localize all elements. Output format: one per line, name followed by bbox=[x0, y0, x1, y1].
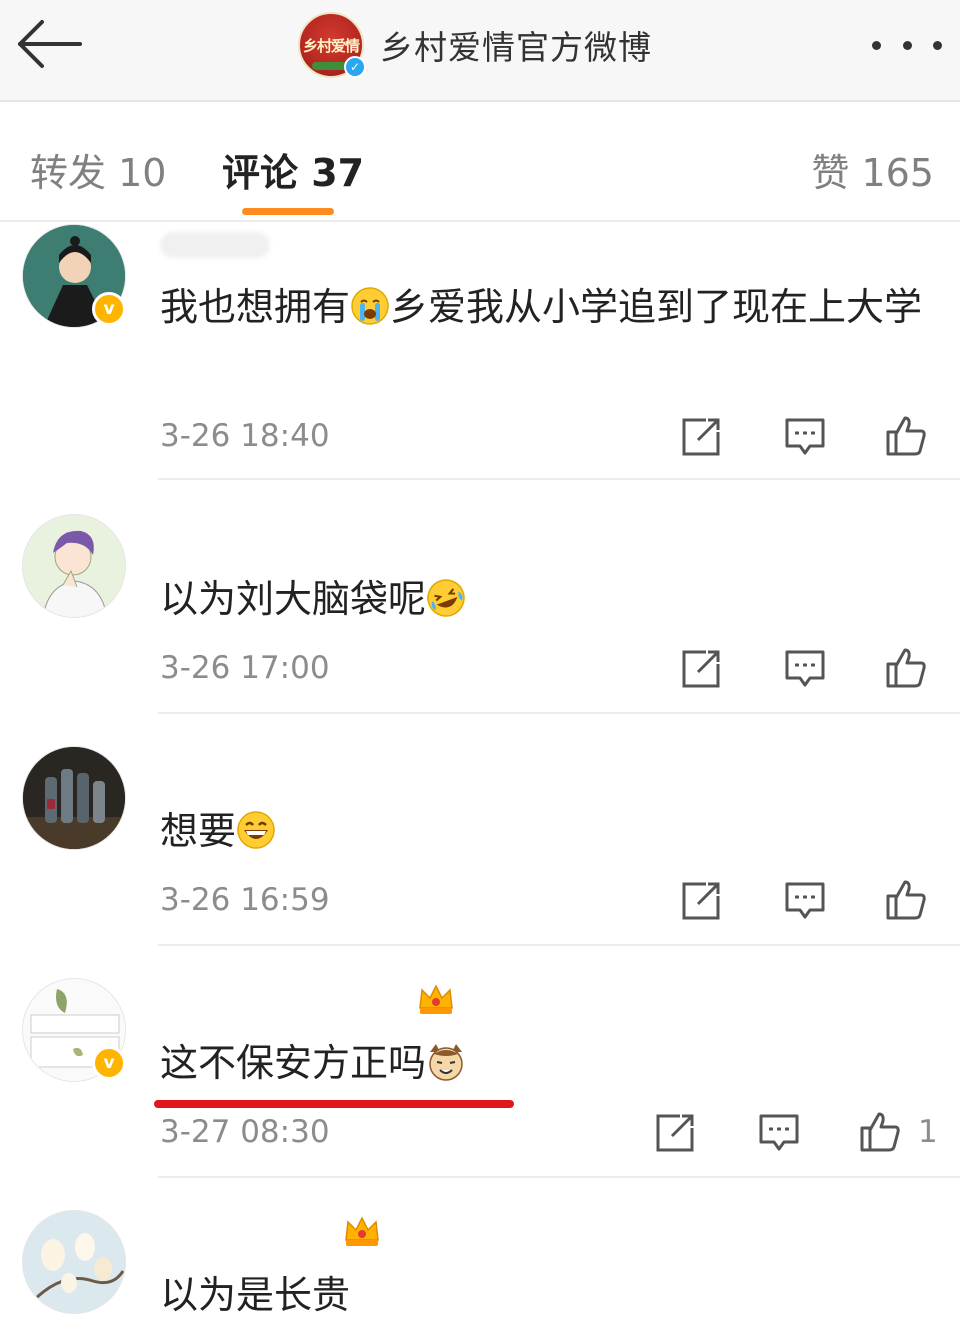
comment-text-part: 这不保安方正吗 bbox=[160, 1041, 427, 1085]
comment-item: 以为刘大脑袋呢 3-26 17:00 bbox=[0, 480, 960, 714]
verified-blue-icon: ✓ bbox=[344, 56, 366, 78]
repost-icon[interactable] bbox=[680, 648, 722, 690]
comment-text: 想要 bbox=[160, 802, 940, 860]
comment-time: 3-26 18:40 bbox=[160, 418, 330, 454]
page-title: 乡村爱情官方微博 bbox=[380, 28, 652, 67]
comment-time: 3-26 17:00 bbox=[160, 650, 330, 686]
avatar[interactable] bbox=[22, 1210, 126, 1314]
comment-item: 以为是长贵 bbox=[0, 1178, 960, 1332]
comment-text-part: 乡爱我从小学追到了现在上大学 bbox=[390, 285, 923, 329]
like-icon[interactable] bbox=[884, 414, 926, 456]
comment-text-part: 我也想拥有 bbox=[160, 285, 351, 329]
username-blurred[interactable] bbox=[160, 232, 270, 258]
comment-text-part: 想要 bbox=[160, 809, 237, 853]
comment-text: 以为是长贵 bbox=[160, 1266, 940, 1324]
avatar[interactable]: v bbox=[22, 978, 126, 1082]
tab-likes[interactable]: 赞 165 bbox=[811, 142, 934, 197]
top-bar: 乡村爱情 ✓ 乡村爱情官方微博 bbox=[0, 0, 960, 102]
crown-icon bbox=[345, 1216, 379, 1246]
comment-text-part: 以为刘大脑袋呢 bbox=[160, 577, 427, 621]
reply-icon[interactable] bbox=[784, 880, 826, 922]
cat-face-emoji-icon bbox=[429, 1044, 463, 1081]
grin-emoji-icon bbox=[237, 811, 275, 849]
back-arrow-icon[interactable] bbox=[14, 16, 86, 72]
reply-icon[interactable] bbox=[784, 416, 826, 458]
verified-yellow-icon: v bbox=[92, 292, 126, 326]
avatar[interactable]: v bbox=[22, 224, 126, 328]
repost-icon[interactable] bbox=[680, 416, 722, 458]
like-count: 1 bbox=[918, 1114, 938, 1150]
account-title[interactable]: 乡村爱情 ✓ 乡村爱情官方微博 bbox=[298, 10, 652, 80]
repost-icon[interactable] bbox=[654, 1112, 696, 1154]
like-icon[interactable] bbox=[858, 1110, 900, 1152]
comment-time: 3-26 16:59 bbox=[160, 882, 330, 918]
comment-text: 以为刘大脑袋呢 bbox=[160, 570, 940, 628]
avatar[interactable] bbox=[22, 514, 126, 618]
comment-item: 想要 3-26 16:59 bbox=[0, 714, 960, 946]
comment-item: v 这不保安方正吗 3-27 08:30 1 bbox=[0, 946, 960, 1178]
comment-text-part: 以为是长贵 bbox=[160, 1273, 351, 1317]
verified-yellow-icon: v bbox=[92, 1046, 126, 1080]
tab-repost[interactable]: 转发 10 bbox=[30, 142, 166, 197]
reply-icon[interactable] bbox=[784, 648, 826, 690]
repost-icon[interactable] bbox=[680, 880, 722, 922]
comment-text: 这不保安方正吗 bbox=[160, 1034, 940, 1092]
account-logo: 乡村爱情 ✓ bbox=[298, 12, 366, 78]
avatar[interactable] bbox=[22, 746, 126, 850]
crying-emoji-icon bbox=[351, 287, 389, 325]
like-icon[interactable] bbox=[884, 878, 926, 920]
comment-time: 3-27 08:30 bbox=[160, 1114, 330, 1150]
logo-text: 乡村爱情 bbox=[302, 36, 360, 55]
like-icon[interactable] bbox=[884, 646, 926, 688]
red-highlight-underline bbox=[154, 1100, 514, 1108]
more-options-icon[interactable] bbox=[872, 30, 942, 60]
tab-comments[interactable]: 评论 37 bbox=[222, 142, 364, 197]
crown-icon bbox=[419, 984, 453, 1014]
laughing-tears-emoji-icon bbox=[427, 579, 465, 617]
comment-text: 我也想拥有 乡爱我从小学追到了现在上大学 bbox=[160, 278, 940, 336]
reply-icon[interactable] bbox=[758, 1112, 800, 1154]
comment-item: v 我也想拥有 乡爱我从小学追到了现在上大学 3-26 18:40 bbox=[0, 222, 960, 480]
tab-bar: 转发 10 评论 37 赞 165 bbox=[0, 104, 960, 222]
active-tab-indicator bbox=[242, 208, 334, 215]
